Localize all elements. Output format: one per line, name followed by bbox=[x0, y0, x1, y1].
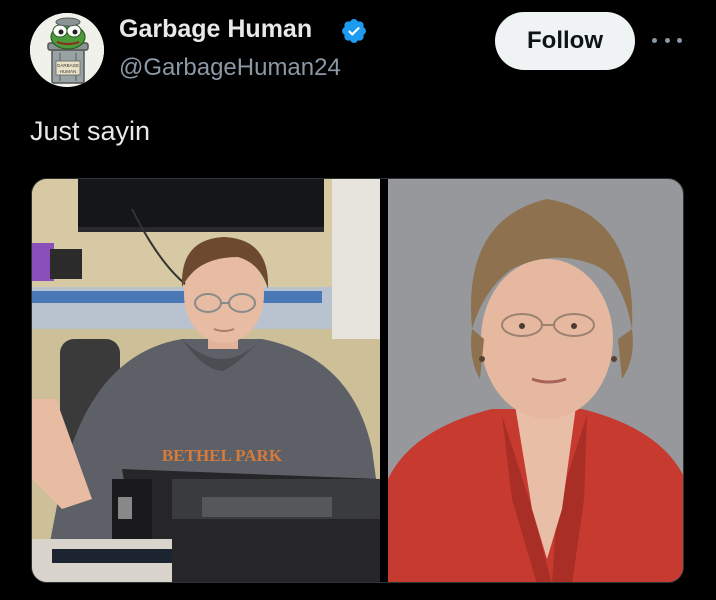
hoodie-text: BETHEL PARK bbox=[162, 446, 283, 465]
tweet-media[interactable]: BETHEL PARK bbox=[31, 178, 684, 583]
svg-text:GARBAGE: GARBAGE bbox=[57, 63, 79, 68]
pepe-in-trash-can-icon: GARBAGE HUMAN bbox=[30, 13, 104, 87]
verified-badge-icon bbox=[342, 19, 366, 43]
avatar[interactable]: GARBAGE HUMAN bbox=[30, 13, 104, 87]
display-name[interactable]: Garbage Human bbox=[119, 15, 312, 44]
more-options-icon[interactable] bbox=[652, 28, 682, 52]
left-photo[interactable]: BETHEL PARK bbox=[32, 179, 380, 583]
svg-text:HUMAN: HUMAN bbox=[60, 69, 77, 74]
follow-button[interactable]: Follow bbox=[495, 12, 635, 70]
right-photo[interactable] bbox=[388, 179, 684, 583]
tweet-text: Just sayin bbox=[30, 116, 151, 146]
handle[interactable]: @GarbageHuman24 bbox=[119, 54, 341, 82]
